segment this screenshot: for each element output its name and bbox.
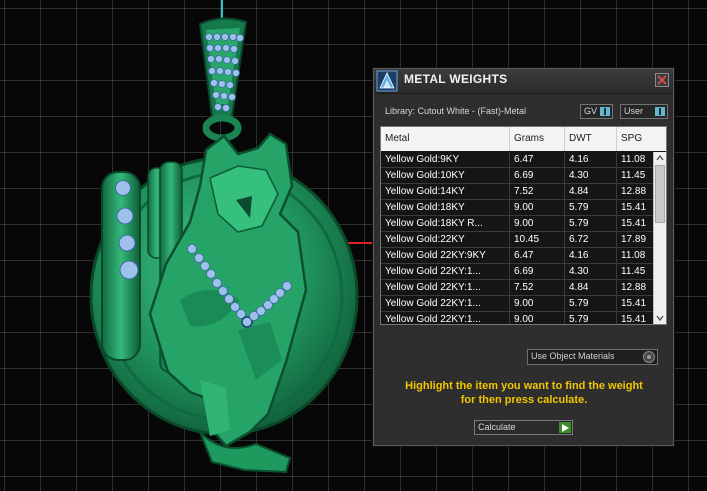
gv-toggle[interactable]: GV bbox=[580, 104, 613, 119]
table-row[interactable]: Yellow Gold:18KY R... 9.00 5.79 15.41 bbox=[381, 216, 653, 232]
calculate-label: Calculate bbox=[478, 422, 516, 432]
cell-dwt: 4.16 bbox=[565, 248, 617, 263]
toggle-switch-icon bbox=[600, 107, 610, 116]
table-row[interactable]: Yellow Gold 22KY:1... 9.00 5.79 15.41 bbox=[381, 312, 653, 324]
metal-table[interactable]: Metal Grams DWT SPG Yellow Gold:9KY 6.47 4… bbox=[380, 126, 667, 325]
column-header-grams[interactable]: Grams bbox=[510, 127, 565, 151]
cell-grams: 9.00 bbox=[510, 200, 565, 215]
column-header-spg[interactable]: SPG bbox=[617, 127, 666, 151]
table-row[interactable]: Yellow Gold 22KY:1... 9.00 5.79 15.41 bbox=[381, 296, 653, 312]
cell-grams: 9.00 bbox=[510, 216, 565, 231]
close-icon bbox=[657, 75, 667, 85]
cell-metal: Yellow Gold:14KY bbox=[381, 184, 510, 199]
table-row[interactable]: Yellow Gold 22KY:9KY 6.47 4.16 11.08 bbox=[381, 248, 653, 264]
play-arrow-icon bbox=[562, 424, 569, 432]
gv-toggle-label: GV bbox=[584, 106, 598, 116]
use-object-materials-label: Use Object Materials bbox=[531, 351, 615, 361]
cell-metal: Yellow Gold 22KY:1... bbox=[381, 264, 510, 279]
metal-weights-panel: METAL WEIGHTS Library: Cutout White - (F… bbox=[373, 68, 674, 446]
cell-metal: Yellow Gold 22KY:1... bbox=[381, 312, 510, 324]
app-logo-icon bbox=[376, 70, 398, 92]
instruction-line: for then press calculate. bbox=[460, 394, 588, 406]
cell-metal: Yellow Gold:10KY bbox=[381, 168, 510, 183]
table-row[interactable]: Yellow Gold:10KY 6.69 4.30 11.45 bbox=[381, 168, 653, 184]
library-label: Library: Cutout White - (Fast)-Metal bbox=[385, 106, 527, 116]
panel-titlebar[interactable]: METAL WEIGHTS bbox=[374, 69, 673, 94]
cell-metal: Yellow Gold:22KY bbox=[381, 232, 510, 247]
column-header-metal[interactable]: Metal bbox=[381, 127, 510, 151]
close-button[interactable] bbox=[655, 73, 669, 87]
cell-grams: 6.47 bbox=[510, 248, 565, 263]
arrow-down-icon[interactable] bbox=[654, 312, 666, 324]
cell-dwt: 4.16 bbox=[565, 152, 617, 167]
cell-grams: 9.00 bbox=[510, 312, 565, 324]
table-scrollbar[interactable] bbox=[653, 152, 666, 324]
cell-dwt: 5.79 bbox=[565, 216, 617, 231]
panel-title: METAL WEIGHTS bbox=[404, 72, 508, 86]
cell-grams: 7.52 bbox=[510, 280, 565, 295]
user-toggle[interactable]: User bbox=[620, 104, 668, 119]
instruction-text: Highlight the item you want to find the … bbox=[384, 379, 664, 407]
radio-icon bbox=[643, 351, 655, 363]
cell-grams: 6.69 bbox=[510, 168, 565, 183]
cell-grams: 6.47 bbox=[510, 152, 565, 167]
table-row[interactable]: Yellow Gold:22KY 10.45 6.72 17.89 bbox=[381, 232, 653, 248]
table-header: Metal Grams DWT SPG bbox=[381, 127, 666, 151]
cell-grams: 9.00 bbox=[510, 296, 565, 311]
cell-grams: 10.45 bbox=[510, 232, 565, 247]
cell-dwt: 4.30 bbox=[565, 264, 617, 279]
user-toggle-label: User bbox=[624, 106, 644, 116]
cell-dwt: 6.72 bbox=[565, 232, 617, 247]
table-body: Yellow Gold:9KY 6.47 4.16 11.08 Yellow Gold:… bbox=[381, 152, 653, 324]
cell-dwt: 5.79 bbox=[565, 312, 617, 324]
cell-grams: 7.52 bbox=[510, 184, 565, 199]
toggle-switch-icon bbox=[655, 107, 665, 116]
instruction-line: Highlight the item you want to find the … bbox=[405, 380, 643, 392]
cell-dwt: 4.30 bbox=[565, 168, 617, 183]
table-row[interactable]: Yellow Gold:18KY 9.00 5.79 15.41 bbox=[381, 200, 653, 216]
scroll-thumb[interactable] bbox=[655, 165, 665, 223]
arrow-up-icon[interactable] bbox=[654, 152, 666, 164]
table-row[interactable]: Yellow Gold:9KY 6.47 4.16 11.08 bbox=[381, 152, 653, 168]
cell-grams: 6.69 bbox=[510, 264, 565, 279]
cell-dwt: 5.79 bbox=[565, 296, 617, 311]
cell-dwt: 5.79 bbox=[565, 200, 617, 215]
column-header-dwt[interactable]: DWT bbox=[565, 127, 617, 151]
calculate-button[interactable]: Calculate bbox=[474, 420, 573, 435]
table-row[interactable]: Yellow Gold 22KY:1... 6.69 4.30 11.45 bbox=[381, 264, 653, 280]
cell-metal: Yellow Gold 22KY:1... bbox=[381, 296, 510, 311]
cell-dwt: 4.84 bbox=[565, 280, 617, 295]
cell-metal: Yellow Gold 22KY:9KY bbox=[381, 248, 510, 263]
table-row[interactable]: Yellow Gold 22KY:1... 7.52 4.84 12.88 bbox=[381, 280, 653, 296]
table-row[interactable]: Yellow Gold:14KY 7.52 4.84 12.88 bbox=[381, 184, 653, 200]
cell-metal: Yellow Gold 22KY:1... bbox=[381, 280, 510, 295]
cell-metal: Yellow Gold:18KY R... bbox=[381, 216, 510, 231]
cell-dwt: 4.84 bbox=[565, 184, 617, 199]
use-object-materials-toggle[interactable]: Use Object Materials bbox=[527, 349, 658, 365]
cell-metal: Yellow Gold:18KY bbox=[381, 200, 510, 215]
calculate-go-button[interactable] bbox=[559, 422, 571, 433]
cell-metal: Yellow Gold:9KY bbox=[381, 152, 510, 167]
